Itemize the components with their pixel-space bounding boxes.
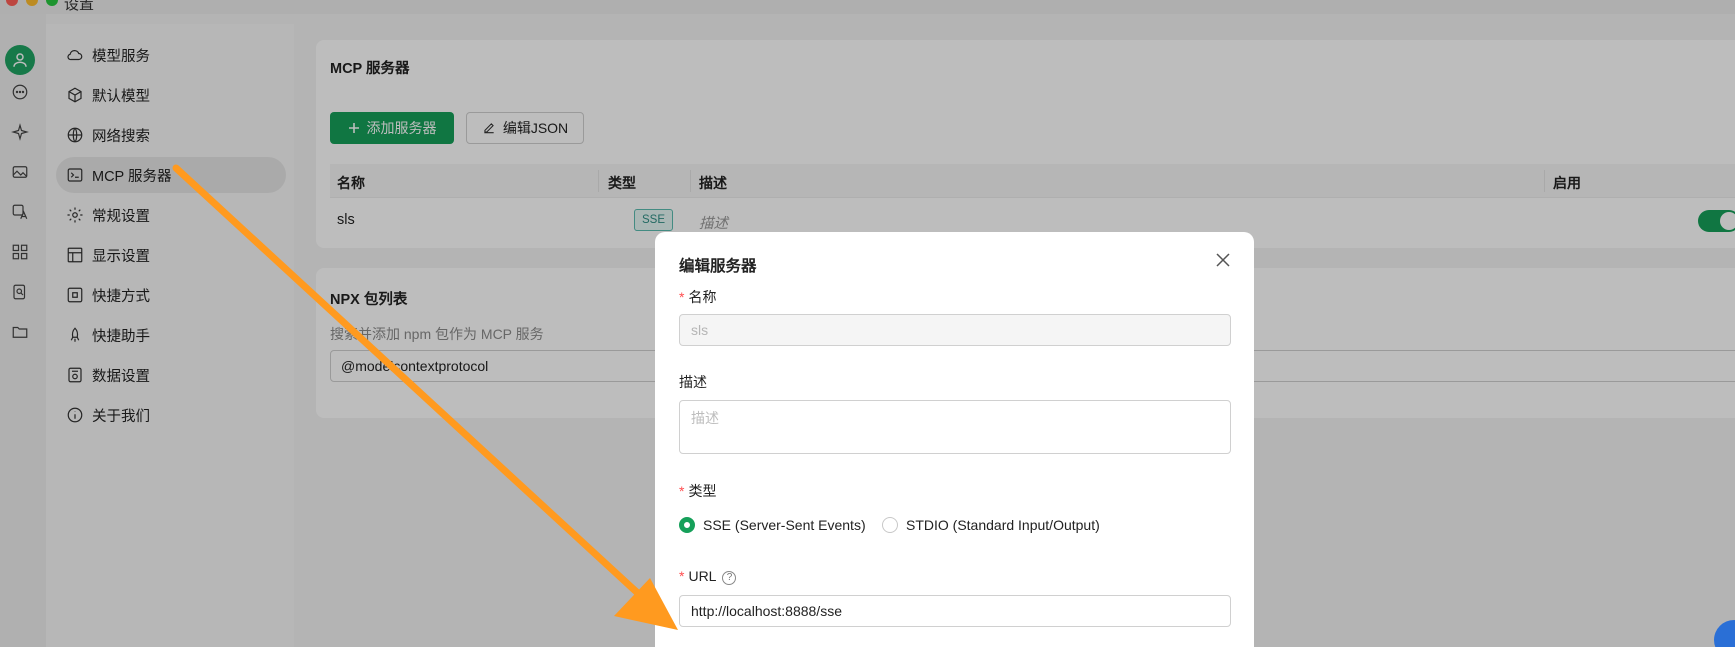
annotation-arrow-icon xyxy=(172,164,678,630)
